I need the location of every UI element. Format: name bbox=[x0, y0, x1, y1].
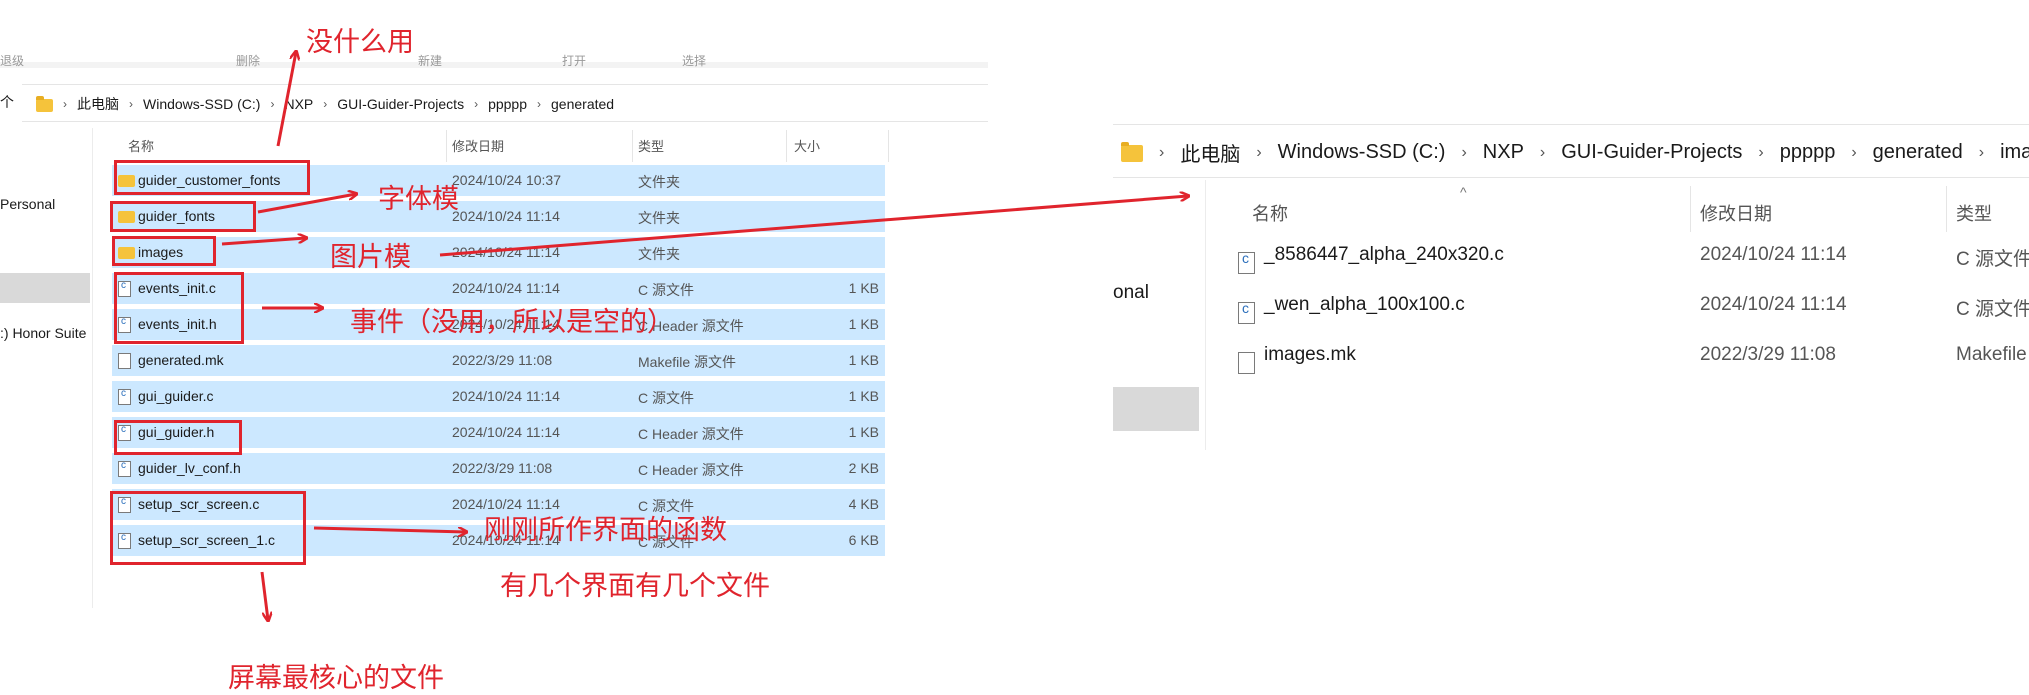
arrow-image-module bbox=[221, 238, 306, 246]
arrow-useless bbox=[276, 52, 296, 147]
arrow-core-files bbox=[260, 571, 268, 620]
annotation-arrows bbox=[221, 0, 2029, 694]
arrow-images-folder bbox=[439, 196, 1188, 257]
arrow-screen-functions bbox=[313, 526, 466, 532]
arrow-font-module bbox=[257, 194, 356, 214]
